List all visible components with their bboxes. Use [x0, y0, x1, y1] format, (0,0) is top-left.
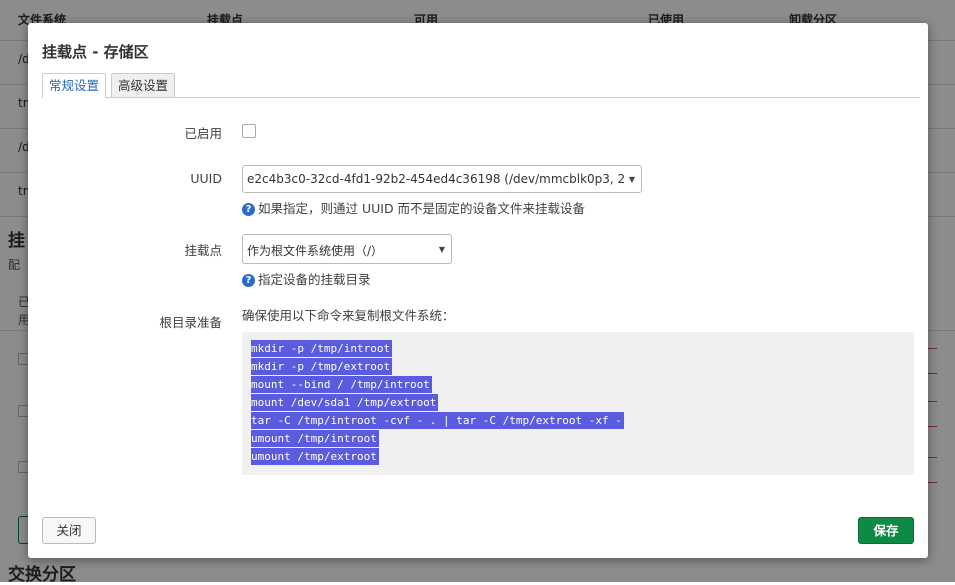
- uuid-help-text: 如果指定，则通过 UUID 而不是固定的设备文件来挂载设备: [258, 201, 586, 216]
- command-line: mkdir -p /tmp/extroot: [251, 358, 393, 375]
- command-line: umount /tmp/extroot: [251, 448, 379, 465]
- uuid-select[interactable]: e2c4b3c0-32cd-4fd1-92b2-454ed4c36198 (/d…: [242, 165, 642, 193]
- chevron-down-icon: ▼: [438, 245, 445, 254]
- command-line: mount /dev/sda1 /tmp/extroot: [251, 394, 439, 411]
- root-prep-label: 根目录准备: [159, 315, 222, 330]
- tab-general-settings[interactable]: 常规设置: [42, 73, 107, 98]
- mountpoint-help: ? 指定设备的挂载目录: [242, 269, 371, 288]
- uuid-select-value: e2c4b3c0-32cd-4fd1-92b2-454ed4c36198 (/d…: [247, 172, 625, 186]
- dialog-title: 挂载点 - 存储区: [42, 43, 149, 61]
- root-prep-intro: 确保使用以下命令来复制根文件系统：: [242, 308, 455, 323]
- enabled-checkbox[interactable]: [242, 124, 256, 138]
- save-button[interactable]: 保存: [858, 517, 914, 544]
- command-line: tar -C /tmp/introot -cvf - . | tar -C /t…: [251, 412, 624, 429]
- uuid-help: ? 如果指定，则通过 UUID 而不是固定的设备文件来挂载设备: [242, 198, 585, 217]
- help-icon: ?: [242, 203, 255, 216]
- mountpoint-select-value: 作为根文件系统使用（/）: [247, 244, 384, 258]
- mountpoint-help-text: 指定设备的挂载目录: [258, 272, 371, 287]
- root-prep-commands[interactable]: mkdir -p /tmp/introot mkdir -p /tmp/extr…: [242, 332, 914, 475]
- command-line: mkdir -p /tmp/introot: [251, 340, 393, 357]
- help-icon: ?: [242, 274, 255, 287]
- uuid-label: UUID: [190, 171, 222, 186]
- mountpoint-select[interactable]: 作为根文件系统使用（/） ▼: [242, 234, 452, 264]
- chevron-down-icon: ▼: [628, 175, 635, 184]
- tab-advanced-settings[interactable]: 高级设置: [111, 73, 176, 97]
- command-line: umount /tmp/introot: [251, 430, 379, 447]
- mount-point-dialog: 挂载点 - 存储区 常规设置 高级设置 已启用 UUID e2c4b3c0-32…: [28, 23, 928, 558]
- dialog-tabs: 常规设置 高级设置: [42, 73, 920, 98]
- enabled-label: 已启用: [184, 126, 222, 141]
- close-button[interactable]: 关闭: [42, 517, 96, 544]
- command-line: mount --bind / /tmp/introot: [251, 376, 432, 393]
- mountpoint-label: 挂载点: [184, 243, 222, 258]
